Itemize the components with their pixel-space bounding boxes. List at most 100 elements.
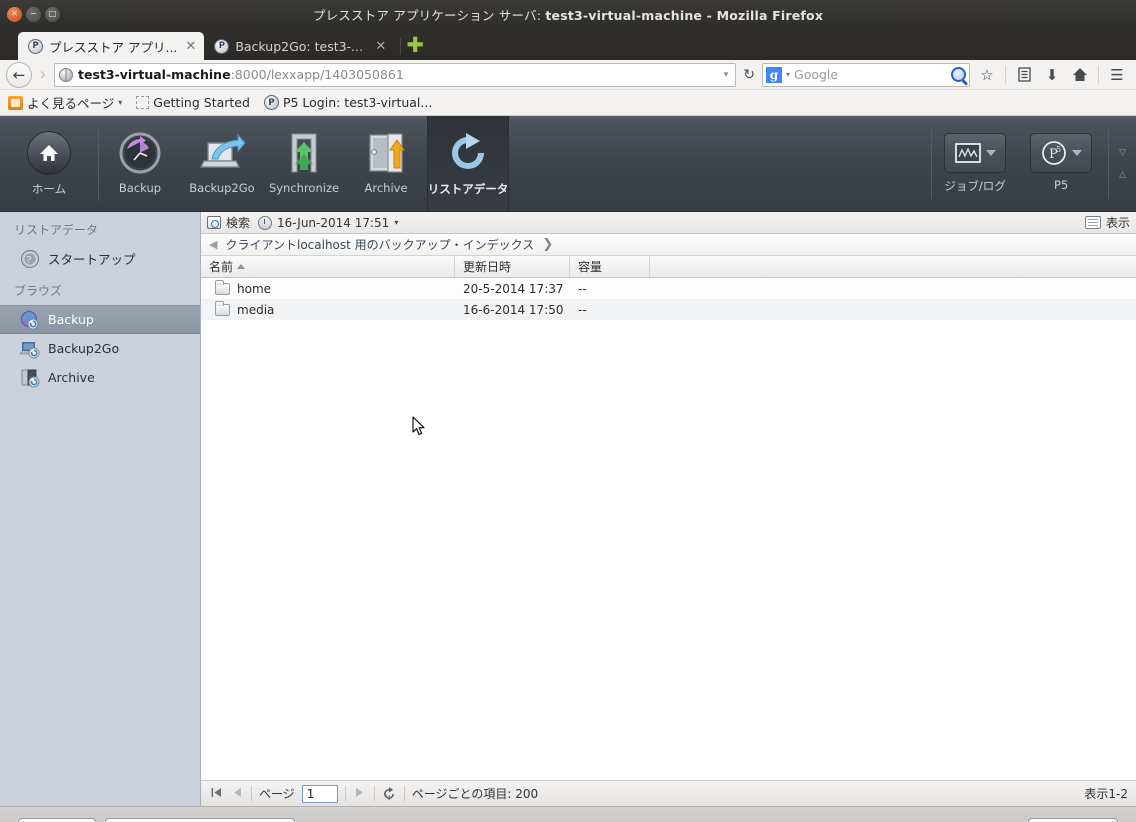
reading-list-icon[interactable]	[1011, 62, 1037, 88]
globe-icon	[59, 67, 73, 82]
page-input[interactable]	[301, 784, 338, 803]
backup2go-browse-glyph	[19, 341, 40, 358]
joblog-button-box[interactable]	[944, 133, 1007, 173]
refresh-button[interactable]	[382, 786, 397, 801]
url-bar[interactable]: test3-virtual-machine:8000/lexxapp/14030…	[54, 62, 737, 87]
chevron-down-icon[interactable]: ▽	[1119, 148, 1126, 158]
search-bar[interactable]: g ▾ Google	[762, 62, 970, 87]
column-header-name[interactable]: 名前	[201, 256, 455, 277]
nav-item-synchronize[interactable]: Synchronize	[263, 116, 345, 211]
reload-button[interactable]: ↻	[740, 67, 758, 83]
cell-size: --	[578, 302, 587, 317]
browser-tab-1[interactable]: P プレスストア アプリ... ✕	[18, 32, 205, 60]
restore-button[interactable]: リストア	[18, 817, 97, 822]
table-row[interactable]: media 16-6-2014 17:50 --	[201, 299, 1136, 320]
breadcrumb-back-icon[interactable]: ◀	[209, 238, 217, 251]
nav-collapse-toggle[interactable]: ▽ △	[1109, 116, 1136, 211]
folder-icon	[8, 95, 23, 110]
new-tab-button[interactable]: ✚	[406, 35, 424, 56]
nav-item-synchronize-label: Synchronize	[268, 181, 340, 195]
nav-item-backup[interactable]: Backup	[99, 116, 181, 211]
window-close-button[interactable]: ✕	[7, 6, 22, 22]
tool-button-p5[interactable]: P 5 P5	[1018, 116, 1104, 211]
snapshot-date-selector[interactable]: 16-Jun-2014 17:51 ▾	[258, 215, 398, 230]
search-button[interactable]: 検索	[207, 214, 250, 231]
column-header-size-label: 容量	[578, 260, 603, 274]
page-label: ページ	[259, 787, 295, 801]
breadcrumb-text[interactable]: クライアントlocalhost 用のバックアップ・インデックス	[225, 236, 534, 253]
clock-icon	[258, 215, 273, 230]
sync-arrow-glyph	[291, 133, 317, 173]
sidebar-item-startup-label: スタートアップ	[48, 252, 136, 267]
window-maximize-button[interactable]: □	[45, 6, 60, 22]
home-icon[interactable]	[1067, 62, 1093, 88]
tool-button-joblog[interactable]: ジョブ/ログ	[932, 116, 1018, 211]
column-header-modified[interactable]: 更新日時	[455, 256, 570, 277]
first-page-button[interactable]	[209, 787, 223, 801]
nav-item-home[interactable]: ホーム	[0, 116, 98, 211]
browser-tab-1-close-icon[interactable]: ✕	[185, 39, 196, 54]
tool-button-joblog-label: ジョブ/ログ	[944, 179, 1006, 193]
chevron-down-icon[interactable]	[985, 150, 996, 156]
refresh-icon	[383, 786, 394, 800]
breadcrumb-forward-icon[interactable]: ❯	[542, 237, 553, 252]
nav-item-home-label: ホーム	[31, 182, 67, 196]
sidebar-section-header-browse: ブラウズ	[14, 284, 63, 298]
nav-item-restore-data[interactable]: リストアデータ	[427, 116, 509, 211]
range-label: 表示1-2	[1084, 787, 1128, 801]
browser-nav-icons: ☆ ⬇ ☰	[974, 62, 1130, 88]
prev-page-icon	[233, 787, 241, 797]
divider	[403, 786, 405, 801]
column-header-name-label: 名前	[209, 260, 234, 274]
first-page-icon	[211, 787, 221, 797]
version-button[interactable]: バージョン	[1027, 817, 1118, 822]
p5-button-box[interactable]: P 5	[1030, 133, 1093, 173]
browser-tab-2[interactable]: P Backup2Go: test3-vir... ✕	[204, 32, 402, 60]
forward-button[interactable]: ›	[36, 64, 50, 85]
chevron-down-icon[interactable]: ▾	[786, 70, 790, 79]
p5-favicon-icon: P	[214, 38, 230, 54]
backup-browse-glyph	[21, 310, 39, 329]
chevron-down-icon[interactable]: ▾	[118, 98, 122, 107]
divider	[344, 786, 346, 801]
bookmark-star-icon[interactable]: ☆	[974, 62, 1000, 88]
browser-navbar: ← › test3-virtual-machine:8000/lexxapp/1…	[0, 60, 1136, 90]
column-header-extra[interactable]	[650, 256, 1136, 277]
nav-item-archive[interactable]: Archive	[345, 116, 427, 211]
sidebar-item-startup[interactable]: ? スタートアップ	[0, 244, 200, 273]
search-icon[interactable]	[951, 67, 966, 82]
downloads-icon[interactable]: ⬇	[1039, 62, 1065, 88]
table-row[interactable]: home 20-5-2014 17:37 --	[201, 278, 1136, 299]
bookmark-item-getting-started[interactable]: Getting Started	[136, 95, 250, 110]
folder-icon	[215, 300, 230, 316]
column-header-size[interactable]: 容量	[570, 256, 650, 277]
reading-list-glyph	[1017, 67, 1031, 82]
chevron-down-icon[interactable]: ▾	[721, 70, 732, 80]
search-input[interactable]: Google	[794, 67, 947, 82]
chevron-up-icon[interactable]: △	[1119, 170, 1126, 180]
next-page-button[interactable]	[353, 787, 367, 801]
p5-badge-icon: P 5	[1041, 141, 1066, 165]
sidebar-item-backup2go[interactable]: Backup2Go	[0, 334, 200, 363]
view-options-button[interactable]: 表示	[1084, 214, 1130, 231]
sidebar-item-backup[interactable]: Backup	[0, 305, 200, 334]
home-icon	[27, 127, 71, 179]
cell-name: media	[201, 300, 455, 317]
cell-modified: 16-6-2014 17:50	[463, 302, 564, 317]
back-button[interactable]: ←	[6, 61, 32, 88]
sidebar-item-archive[interactable]: Archive	[0, 363, 200, 392]
prev-page-button[interactable]	[230, 787, 244, 801]
window-minimize-button[interactable]: −	[26, 6, 41, 22]
menu-icon[interactable]: ☰	[1104, 62, 1130, 88]
chevron-down-icon[interactable]: ▾	[394, 218, 398, 227]
nav-item-backup-label: Backup	[118, 181, 162, 195]
browser-tab-2-label: Backup2Go: test3-vir...	[235, 38, 368, 54]
bookmark-item-p5-login[interactable]: P P5 Login: test3-virtual...	[263, 95, 432, 110]
nav-item-backup2go[interactable]: Backup2Go	[181, 116, 263, 211]
add-to-restore-selection-button[interactable]: リストアセレクションに追加	[105, 817, 296, 822]
chevron-down-icon[interactable]	[1071, 150, 1082, 156]
bookmark-item-frequent[interactable]: よく見るページ ▾	[8, 93, 122, 112]
search-button-label: 検索	[226, 216, 251, 230]
browser-tab-2-close-icon[interactable]: ✕	[375, 39, 386, 54]
